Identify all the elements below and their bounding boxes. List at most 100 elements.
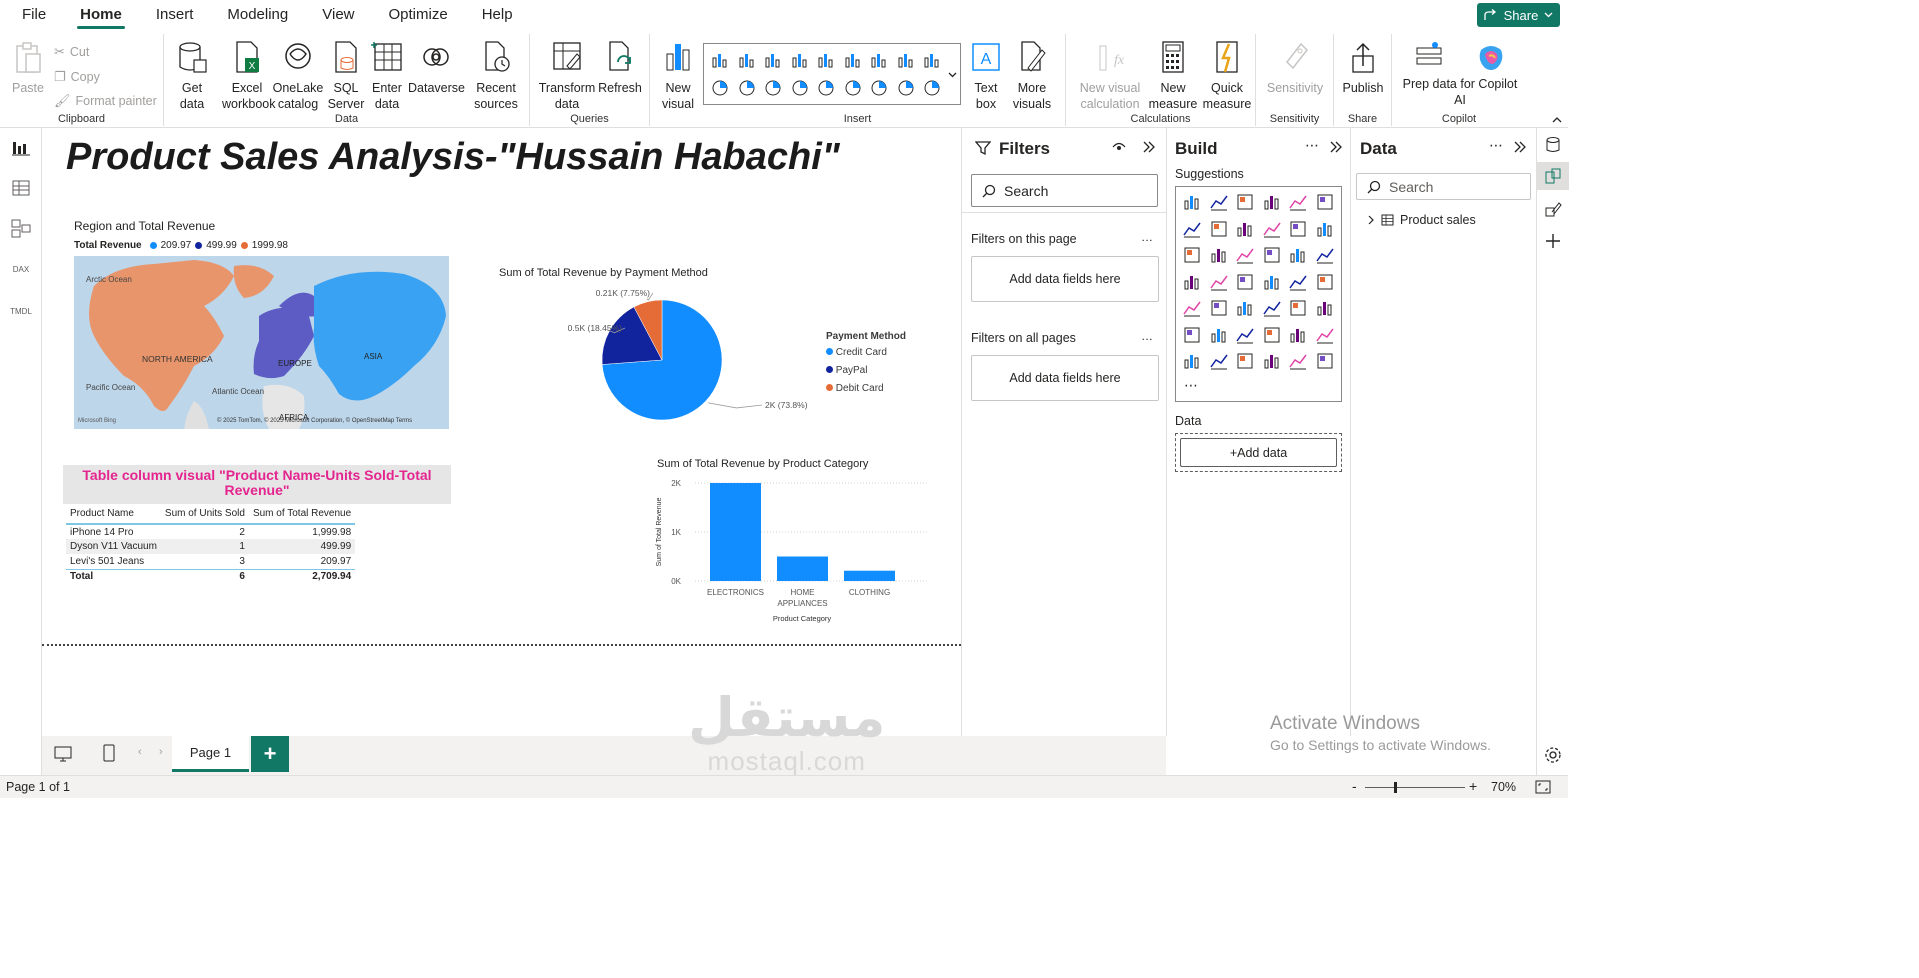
prep-data-copilot-button[interactable]: Prep data for Copilot AI xyxy=(1396,40,1524,108)
visual-suggestion-icon[interactable] xyxy=(1182,245,1202,265)
visual-suggestion-icon[interactable] xyxy=(1262,272,1282,292)
visual-type-icon[interactable] xyxy=(843,78,863,98)
visual-suggestion-icon[interactable] xyxy=(1262,192,1282,212)
tmdl-view-icon[interactable]: TMDL xyxy=(9,300,33,324)
format-pane-icon[interactable] xyxy=(1544,200,1562,218)
dataverse-button[interactable]: Dataverse xyxy=(408,40,465,96)
visual-suggestion-icon[interactable] xyxy=(1182,325,1202,345)
desktop-layout-icon[interactable] xyxy=(53,745,73,763)
menu-optimize[interactable]: Optimize xyxy=(372,0,465,30)
visual-suggestion-icon[interactable] xyxy=(1315,272,1335,292)
visual-suggestion-icon[interactable] xyxy=(1288,351,1308,371)
visual-type-icon[interactable] xyxy=(896,50,916,70)
pie-legend-item[interactable]: Debit Card xyxy=(826,380,906,398)
add-pane-icon[interactable] xyxy=(1544,232,1562,250)
visual-type-icon[interactable] xyxy=(763,78,783,98)
visual-suggestion-icon[interactable] xyxy=(1209,192,1229,212)
format-painter-button[interactable]: 🖌 Format painter xyxy=(54,93,157,109)
visual-type-icon[interactable] xyxy=(869,50,889,70)
visual-suggestion-icon[interactable] xyxy=(1182,351,1202,371)
visual-suggestion-icon[interactable] xyxy=(1235,219,1255,239)
cut-button[interactable]: ✂ Cut xyxy=(54,44,89,60)
visual-type-icon[interactable] xyxy=(790,50,810,70)
quick-measure-button[interactable]: Quick measure xyxy=(1200,40,1254,112)
visual-suggestion-icon[interactable] xyxy=(1315,245,1335,265)
visual-suggestion-icon[interactable] xyxy=(1235,325,1255,345)
visual-suggestion-icon[interactable] xyxy=(1182,192,1202,212)
collapse-pane-icon[interactable] xyxy=(1513,140,1527,154)
bar[interactable] xyxy=(710,483,761,581)
settings-gear-icon[interactable] xyxy=(1543,745,1563,765)
zoom-slider-thumb[interactable] xyxy=(1394,782,1397,793)
excel-workbook-button[interactable]: X Excel workbook xyxy=(222,40,276,112)
chevron-down-icon[interactable] xyxy=(948,72,957,78)
pie-legend-item[interactable]: Credit Card xyxy=(826,344,906,362)
filled-map-visual[interactable]: Arctic Ocean NORTH AMERICA EUROPE ASIA P… xyxy=(74,256,449,429)
visual-suggestion-icon[interactable] xyxy=(1235,272,1255,292)
visual-suggestion-icon[interactable] xyxy=(1182,219,1202,239)
visual-type-icon[interactable] xyxy=(710,78,730,98)
refresh-button[interactable]: Refresh xyxy=(598,40,642,96)
visual-type-icon[interactable] xyxy=(710,50,730,70)
onelake-catalog-button[interactable]: OneLake catalog xyxy=(272,40,324,112)
build-pane-toggle[interactable] xyxy=(1537,162,1569,190)
visual-suggestion-icon[interactable] xyxy=(1209,325,1229,345)
table-visual[interactable]: Product Name Sum of Units Sold Sum of To… xyxy=(66,504,356,584)
visual-suggestion-icon[interactable] xyxy=(1315,325,1335,345)
visual-suggestion-icon[interactable] xyxy=(1209,219,1229,239)
collapse-pane-icon[interactable] xyxy=(1142,140,1156,154)
enter-data-button[interactable]: Enter data xyxy=(368,40,406,112)
bar[interactable] xyxy=(777,556,828,582)
visual-type-icon[interactable] xyxy=(737,78,757,98)
sensitivity-button[interactable]: Sensitivity xyxy=(1262,40,1328,96)
visual-suggestion-icon[interactable] xyxy=(1235,298,1255,318)
more-visuals-icon[interactable]: ⋯ xyxy=(1184,377,1198,394)
chevron-right-icon[interactable] xyxy=(1367,215,1375,225)
filters-page-drop-zone[interactable]: Add data fields here xyxy=(971,256,1159,302)
zoom-in-button[interactable]: + xyxy=(1469,778,1477,794)
visual-suggestion-icon[interactable] xyxy=(1315,219,1335,239)
more-options-icon[interactable]: ⋯ xyxy=(1305,137,1319,154)
table-row[interactable]: iPhone 14 Pro 2 1,999.98 xyxy=(66,524,355,539)
visual-suggestion-icon[interactable] xyxy=(1315,351,1335,371)
visual-type-icon[interactable] xyxy=(816,50,836,70)
pie-chart[interactable]: 2K (73.8%) 0.5K (18.45%) 0.21K (7.75%) xyxy=(482,278,822,428)
table-row[interactable]: Levi's 501 Jeans 3 209.97 xyxy=(66,554,355,569)
more-visuals-button[interactable]: More visuals xyxy=(1006,40,1058,112)
data-pane-toggle-icon[interactable] xyxy=(1544,136,1562,154)
visual-type-icon[interactable] xyxy=(922,50,942,70)
visual-suggestion-icon[interactable] xyxy=(1209,272,1229,292)
visual-suggestion-icon[interactable] xyxy=(1182,298,1202,318)
share-button[interactable]: Share xyxy=(1477,3,1560,27)
column-header[interactable]: Sum of Units Sold xyxy=(160,504,249,525)
visual-type-icon[interactable] xyxy=(763,50,783,70)
sql-server-button[interactable]: SQL Server xyxy=(326,40,366,112)
visual-type-icon[interactable] xyxy=(816,78,836,98)
visual-suggestion-icon[interactable] xyxy=(1288,192,1308,212)
next-page-icon[interactable]: › xyxy=(159,746,163,758)
visual-suggestion-icon[interactable] xyxy=(1262,245,1282,265)
more-options-icon[interactable]: ⋯ xyxy=(1489,137,1503,154)
visual-suggestion-icon[interactable] xyxy=(1235,245,1255,265)
visual-suggestion-icon[interactable] xyxy=(1182,272,1202,292)
paste-button[interactable]: Paste xyxy=(10,40,46,96)
more-options-icon[interactable]: … xyxy=(1141,329,1153,343)
data-search-input[interactable]: Search xyxy=(1356,173,1531,200)
visual-suggestion-icon[interactable] xyxy=(1288,325,1308,345)
transform-data-button[interactable]: Transform data xyxy=(538,40,596,112)
publish-button[interactable]: Publish xyxy=(1340,40,1386,96)
visual-suggestion-icon[interactable] xyxy=(1262,351,1282,371)
fit-to-page-icon[interactable] xyxy=(1535,780,1551,794)
column-header[interactable]: Product Name xyxy=(66,504,161,525)
bar-chart[interactable]: 0K 1K 2K ELECTRONICS HOME APPLIANCES CLOTHING S… xyxy=(647,473,937,623)
visual-type-icon[interactable] xyxy=(896,78,916,98)
menu-insert[interactable]: Insert xyxy=(139,0,211,30)
mobile-layout-icon[interactable] xyxy=(102,743,116,763)
visual-suggestion-icon[interactable] xyxy=(1262,298,1282,318)
visual-type-icon[interactable] xyxy=(843,50,863,70)
visual-type-icon[interactable] xyxy=(737,50,757,70)
visual-suggestion-icon[interactable] xyxy=(1235,351,1255,371)
visual-suggestion-icon[interactable] xyxy=(1209,351,1229,371)
recent-sources-button[interactable]: Recent sources xyxy=(468,40,524,112)
visual-suggestion-icon[interactable] xyxy=(1288,272,1308,292)
